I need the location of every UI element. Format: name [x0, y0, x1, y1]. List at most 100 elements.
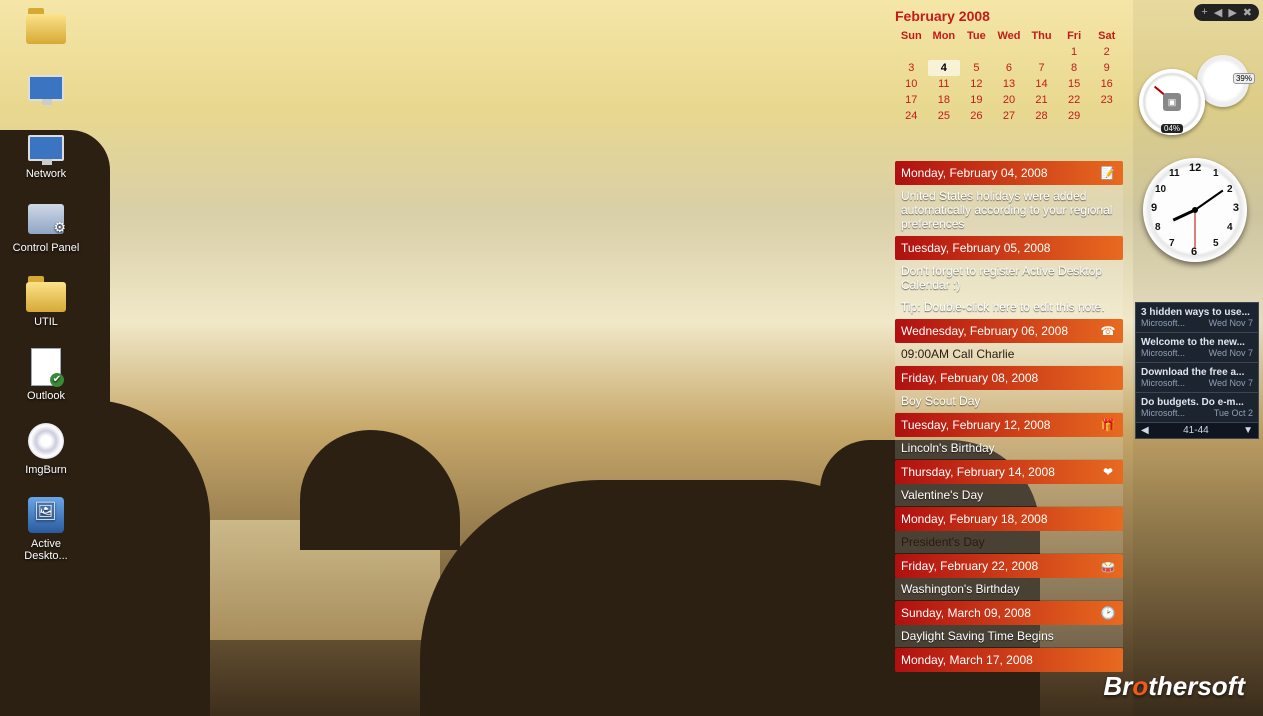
event-date: Friday, February 22, 2008 [901, 559, 1038, 573]
desktop-icon-outlook[interactable]: Outlook [8, 346, 84, 402]
calendar-cell[interactable]: 1 [1058, 44, 1091, 60]
feed-item[interactable]: Welcome to the new... Microsoft...Wed No… [1136, 333, 1258, 363]
event-header[interactable]: Wednesday, February 06, 2008 ☎ [895, 319, 1123, 343]
event-icon: ❤ [1099, 463, 1117, 481]
calendar-cell[interactable]: 5 [960, 60, 993, 76]
cpu-icon: ▣ [1163, 93, 1181, 111]
feed-date: Wed Nov 7 [1209, 348, 1253, 358]
event-body[interactable]: Washington's Birthday [895, 578, 1123, 600]
event-header[interactable]: Friday, February 22, 2008 🥁 [895, 554, 1123, 578]
calendar-day-header: Wed [993, 28, 1026, 44]
desktop-icon-util[interactable]: UTIL [8, 272, 84, 328]
event-body[interactable]: Tip: Double-click here to edit this note… [895, 296, 1123, 318]
calendar-cell[interactable]: 17 [895, 92, 928, 108]
calendar-cell[interactable]: 27 [993, 108, 1026, 124]
desktop-icon-network[interactable]: Network [8, 124, 84, 180]
event-body[interactable]: Daylight Saving Time Begins [895, 625, 1123, 647]
event-icon: 🥁 [1099, 557, 1117, 575]
feed-prev[interactable]: ◀ [1141, 425, 1149, 436]
calendar-cell[interactable]: 16 [1090, 76, 1123, 92]
calendar-widget[interactable]: February 2008 SunMonTueWedThuFriSat 1234… [895, 8, 1123, 124]
calendar-cell[interactable]: 7 [1025, 60, 1058, 76]
calendar-cell[interactable]: 22 [1058, 92, 1091, 108]
calendar-cell[interactable]: 3 [895, 60, 928, 76]
feed-item[interactable]: Download the free a... Microsoft...Wed N… [1136, 363, 1258, 393]
calendar-cell[interactable]: 25 [928, 108, 961, 124]
feed-source: Microsoft... [1141, 348, 1185, 358]
calendar-cell[interactable]: 11 [928, 76, 961, 92]
cpu-gauge: ▣ 04% [1139, 69, 1205, 135]
event-body[interactable]: Valentine's Day [895, 484, 1123, 506]
meter-gadget[interactable]: 39% ▣ 04% [1139, 55, 1249, 145]
feed-source: Microsoft... [1141, 318, 1185, 328]
sidebar-control-button[interactable]: ✖ [1240, 6, 1255, 19]
feed-title: Do budgets. Do e-m... [1141, 397, 1253, 408]
calendar-cell[interactable]: 20 [993, 92, 1026, 108]
calendar-cell[interactable]: 19 [960, 92, 993, 108]
calendar-cell [928, 44, 961, 60]
calendar-cell[interactable]: 18 [928, 92, 961, 108]
feed-gadget[interactable]: 3 hidden ways to use... Microsoft... Wed … [1135, 302, 1259, 439]
calendar-cell[interactable]: 26 [960, 108, 993, 124]
event-header[interactable]: Monday, March 17, 2008 [895, 648, 1123, 672]
calendar-cell[interactable]: 6 [993, 60, 1026, 76]
calendar-cell[interactable]: 12 [960, 76, 993, 92]
calendar-cell[interactable]: 23 [1090, 92, 1123, 108]
sidebar-controls: +◀▶✖ [1194, 4, 1259, 21]
sidebar-control-button[interactable]: ◀ [1211, 6, 1225, 19]
calendar-day-header: Thu [1025, 28, 1058, 44]
calendar-cell [960, 44, 993, 60]
event-body[interactable]: 09:00AM Call Charlie [895, 343, 1123, 365]
calendar-cell[interactable]: 4 [928, 60, 961, 76]
calendar-cell[interactable]: 24 [895, 108, 928, 124]
calendar-day-header: Sun [895, 28, 928, 44]
event-icon [1099, 651, 1117, 669]
event-header[interactable]: Monday, February 18, 2008 [895, 507, 1123, 531]
calendar-cell[interactable]: 28 [1025, 108, 1058, 124]
icon-label: Outlook [8, 390, 84, 402]
event-icon: ☎ [1099, 322, 1117, 340]
calendar-cell[interactable]: 8 [1058, 60, 1091, 76]
event-body[interactable]: President's Day [895, 531, 1123, 553]
desktop-icon-control-panel[interactable]: Control Panel [8, 198, 84, 254]
event-body[interactable]: Boy Scout Day [895, 390, 1123, 412]
event-header[interactable]: Tuesday, February 12, 2008 🎁 [895, 413, 1123, 437]
desktop-icons: Network Control Panel UTIL Outlook ImgBu… [8, 4, 84, 580]
feed-item[interactable]: 3 hidden ways to use... Microsoft... Wed … [1136, 303, 1258, 333]
feed-item[interactable]: Do budgets. Do e-m... Microsoft...Tue Oc… [1136, 393, 1258, 423]
clock-gadget[interactable]: 12 3 6 9 1 2 4 5 7 8 10 11 [1143, 158, 1247, 262]
event-header[interactable]: Friday, February 08, 2008 [895, 366, 1123, 390]
event-header[interactable]: Thursday, February 14, 2008 ❤ [895, 460, 1123, 484]
feed-title: 3 hidden ways to use... [1141, 307, 1253, 318]
calendar-cell[interactable]: 15 [1058, 76, 1091, 92]
event-date: Monday, February 04, 2008 [901, 166, 1048, 180]
sidebar-control-button[interactable]: ▶ [1225, 6, 1239, 19]
feed-date: Wed Nov 7 [1209, 318, 1253, 328]
calendar-cell[interactable]: 2 [1090, 44, 1123, 60]
calendar-cell[interactable]: 13 [993, 76, 1026, 92]
feed-dropdown[interactable]: ▼ [1243, 425, 1253, 436]
event-date: Tuesday, February 05, 2008 [901, 241, 1050, 255]
calendar-cell[interactable]: 29 [1058, 108, 1091, 124]
desktop-icon-active-deskto-[interactable]: Active Deskto... [8, 494, 84, 562]
sidebar-control-button[interactable]: + [1198, 6, 1210, 19]
desktop-icon-monitor[interactable] [8, 64, 84, 106]
event-date: Tuesday, February 12, 2008 [901, 418, 1050, 432]
cpu-percent: 04% [1161, 124, 1183, 133]
event-header[interactable]: Monday, February 04, 2008 📝 [895, 161, 1123, 185]
event-header[interactable]: Sunday, March 09, 2008 🕑 [895, 601, 1123, 625]
desktop-icon-folder[interactable] [8, 4, 84, 46]
calendar-cell[interactable]: 14 [1025, 76, 1058, 92]
event-body[interactable]: Lincoln's Birthday [895, 437, 1123, 459]
feed-title: Download the free a... [1141, 367, 1253, 378]
event-icon [1099, 510, 1117, 528]
event-body[interactable]: Don't forget to register Active Desktop … [895, 260, 1123, 296]
calendar-cell[interactable]: 9 [1090, 60, 1123, 76]
calendar-cell[interactable]: 21 [1025, 92, 1058, 108]
desktop-icon-imgburn[interactable]: ImgBurn [8, 420, 84, 476]
calendar-day-header: Tue [960, 28, 993, 44]
calendar-cell[interactable]: 10 [895, 76, 928, 92]
event-body[interactable]: United States holidays were added automa… [895, 185, 1123, 235]
event-header[interactable]: Tuesday, February 05, 2008 [895, 236, 1123, 260]
folder-icon [25, 272, 67, 314]
